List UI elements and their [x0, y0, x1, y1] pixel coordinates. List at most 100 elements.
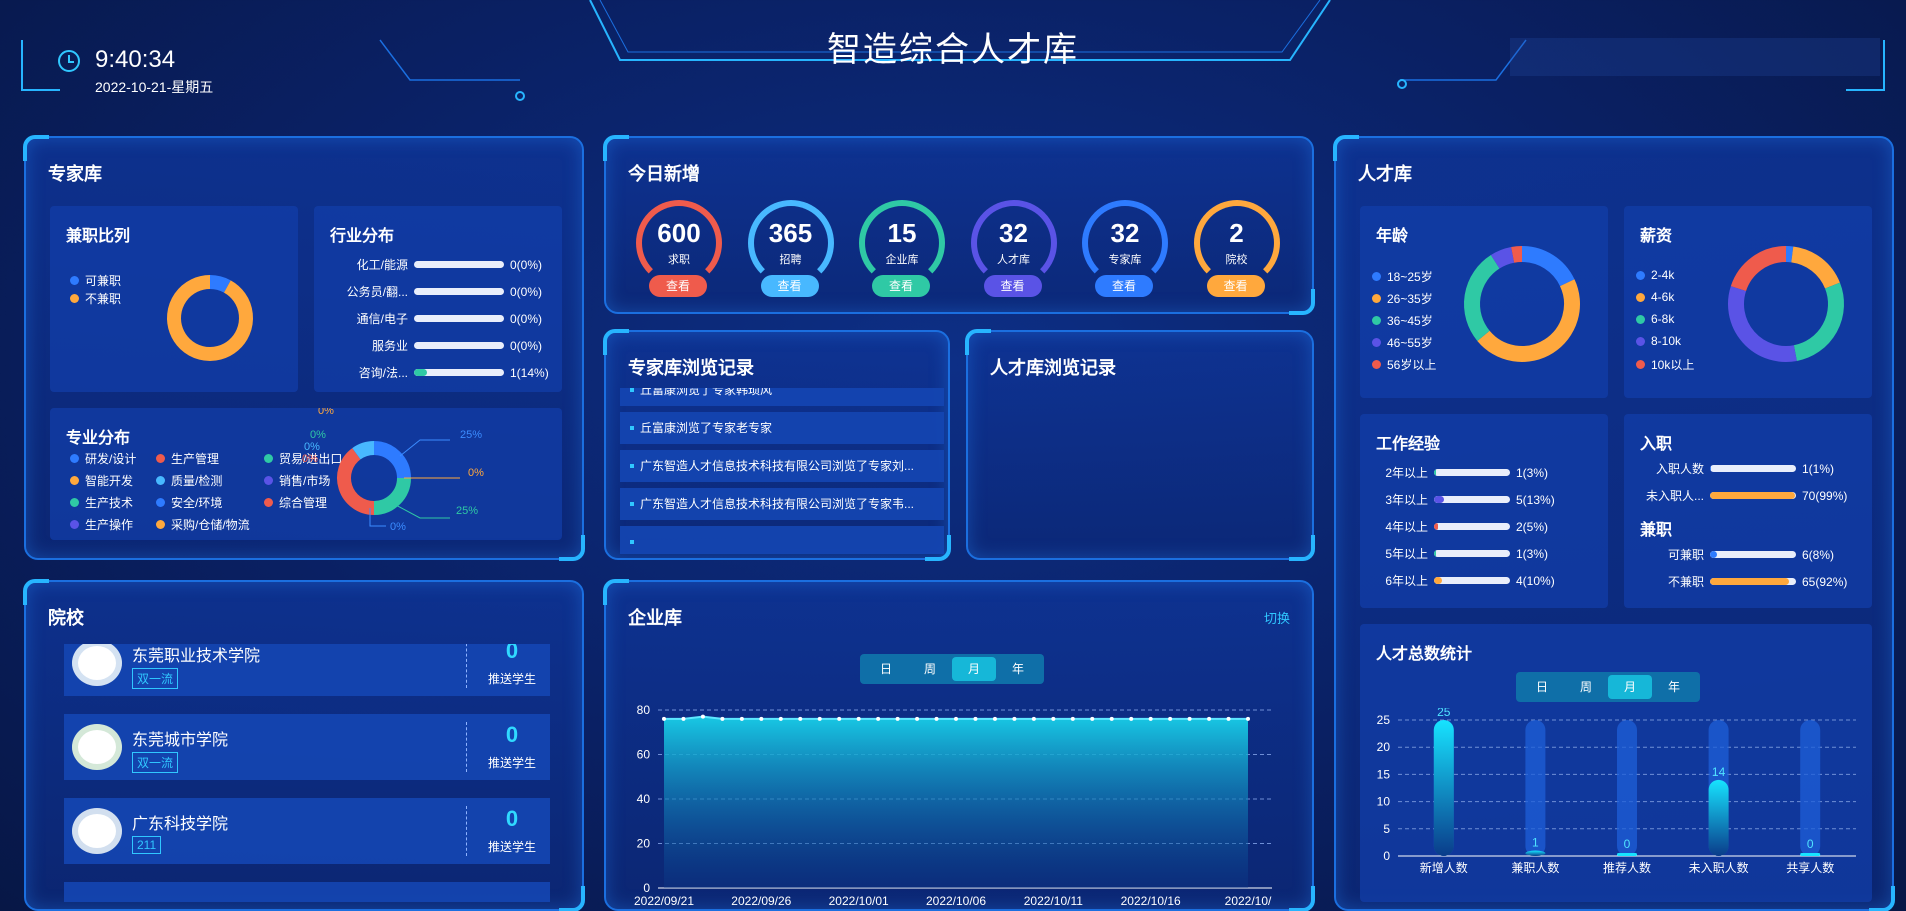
period-tab[interactable]: 日 [1520, 675, 1564, 699]
schools-list[interactable]: 东莞职业技术学院 双一流 0 推送学生东莞城市学院 双一流 0 推送学生 广东科技学院 211 0… [26, 644, 586, 902]
record-row[interactable]: 广东智造人才信息技术科技有限公司浏览了专家刘... [620, 450, 944, 482]
switch-link[interactable]: 切换 [1264, 608, 1290, 627]
bar-value: 1(14%) [510, 365, 549, 380]
bar-label: 通信/电子 [356, 312, 408, 326]
x-tick-label: 2022/09/26 [731, 894, 791, 908]
legend-dot [1636, 360, 1645, 369]
data-point [856, 716, 861, 721]
record-row[interactable] [620, 526, 944, 554]
divider [466, 806, 467, 856]
stat-value: 2 [1229, 218, 1244, 248]
view-button[interactable]: 查看 [872, 275, 930, 297]
donut-segment [1490, 247, 1515, 269]
x-tick-label: 2022/10/16 [1121, 894, 1181, 908]
bar [1800, 853, 1821, 856]
period-tab[interactable]: 月 [1608, 675, 1652, 699]
data-point [1226, 716, 1231, 721]
legend-label: 采购/仓储/物流 [171, 518, 250, 532]
legend-label: 46~55岁 [1387, 336, 1433, 350]
view-button[interactable]: 查看 [983, 275, 1042, 297]
data-point [759, 716, 764, 721]
period-tab[interactable]: 年 [996, 657, 1040, 681]
expert-panel-title: 专家库 [48, 164, 102, 184]
major-pie: 25%0%25%0%0%0%0%0% [302, 408, 484, 533]
donut-segment [209, 275, 231, 293]
data-point [876, 716, 881, 721]
view-button[interactable]: 查看 [1206, 275, 1265, 297]
expert-records-list[interactable]: 丘富康浏览了专家韩琐风丘富康浏览了专家老专家 广东智造人才信息技术科技有限公司浏览… [606, 388, 952, 554]
y-tick-label: 0 [643, 881, 650, 895]
bar-track [1434, 496, 1510, 503]
bar [1617, 853, 1637, 856]
pie-label: 25% [460, 429, 482, 441]
school-logo [72, 808, 122, 854]
bar-value: 6(8%) [1802, 547, 1835, 562]
data-point [1051, 716, 1056, 721]
experience-title: 工作经验 [1376, 436, 1441, 453]
bar-track [1434, 577, 1510, 584]
data-point [681, 716, 686, 721]
view-button[interactable]: 查看 [760, 275, 819, 297]
y-tick-label: 20 [1377, 740, 1391, 754]
bar-label: 咨询/法... [358, 366, 408, 380]
period-tab[interactable]: 年 [1652, 675, 1696, 699]
view-button[interactable]: 查看 [1095, 275, 1153, 297]
view-button[interactable]: 查看 [649, 275, 707, 297]
legend-dot [1636, 292, 1645, 302]
data-point [954, 716, 958, 721]
record-row[interactable]: 广东智造人才信息技术科技有限公司浏览了专家韦... [620, 488, 944, 520]
stat-label: 招聘 [779, 254, 802, 266]
pie-leader-line [399, 439, 450, 457]
bar-label: 化工/能源 [356, 258, 408, 272]
y-tick-label: 5 [1383, 822, 1390, 836]
bar-label: 服务业 [371, 339, 408, 353]
today-title: 今日新增 [628, 164, 700, 184]
expert-records-panel: 专家库浏览记录 丘富康浏览了专家韩琐风 丘富康浏览了专家老专家 广东智造人才信息技术… [603, 329, 952, 561]
legend-label: 质量/检测 [171, 474, 223, 488]
bar-value: 5(13%) [1516, 492, 1555, 507]
pie-leader-line [393, 503, 450, 519]
legend-label: 不兼职 [85, 292, 122, 306]
x-tick-label: 新增人数 [1420, 860, 1468, 875]
period-tab[interactable]: 月 [952, 657, 996, 681]
legend-label: 36~45岁 [1387, 314, 1433, 328]
y-tick-label: 15 [1377, 767, 1391, 781]
bar [1525, 850, 1546, 856]
legend-dot [1636, 314, 1645, 324]
stat-value: 32 [999, 218, 1028, 248]
bar-label: 2年以上 [1385, 466, 1428, 480]
bar-track [1434, 469, 1510, 476]
y-tick-label: 25 [1377, 713, 1391, 727]
divider [466, 644, 467, 688]
bar-track [1710, 465, 1796, 472]
bar-value: 0(0%) [510, 257, 543, 272]
stat-label: 人才库 [997, 254, 1030, 266]
bar-value: 1(3%) [1516, 465, 1549, 480]
bar-fill [1710, 492, 1796, 499]
stat-label: 求职 [668, 254, 690, 266]
data-point [837, 716, 842, 721]
school-row[interactable]: 东莞城市学院 双一流 0 推送学生 [64, 714, 550, 780]
period-tab[interactable]: 周 [908, 657, 952, 681]
age-donut [1464, 246, 1580, 362]
enterprise-area-chart: 0 20 40 60 80 2022/09/21 2022/09/26 2022/10/01 2… [634, 703, 1272, 908]
stat-label: 专家库 [1108, 254, 1142, 266]
donut-segment [1728, 286, 1797, 362]
bar-row: 服务业 0(0%) [324, 337, 542, 354]
period-tab[interactable]: 日 [864, 657, 908, 681]
industry-title: 行业分布 [330, 228, 395, 245]
school-count: 0 [505, 644, 519, 663]
record-row[interactable]: 丘富康浏览了专家老专家 [620, 412, 944, 444]
bar-label: 可兼职 [1667, 548, 1704, 562]
pie-segment [352, 441, 375, 460]
talent-panel: 人才库 年龄 18~25岁 26~35岁 36~45岁 46~55岁 56岁以上 薪资 … [1333, 135, 1895, 911]
period-tab[interactable]: 周 [1564, 675, 1608, 699]
school-row[interactable] [64, 882, 550, 902]
bar-fill [1710, 465, 1711, 472]
record-row[interactable]: 丘富康浏览了专家韩琐风 [620, 388, 944, 406]
school-row[interactable]: 东莞职业技术学院 双一流 0 推送学生 [64, 644, 550, 696]
school-row[interactable]: 广东科技学院 211 0 推送学生 [64, 798, 550, 864]
pie-label: 0% [318, 408, 334, 417]
data-point [915, 716, 920, 721]
legend-item: 4-6k [1636, 290, 1674, 304]
